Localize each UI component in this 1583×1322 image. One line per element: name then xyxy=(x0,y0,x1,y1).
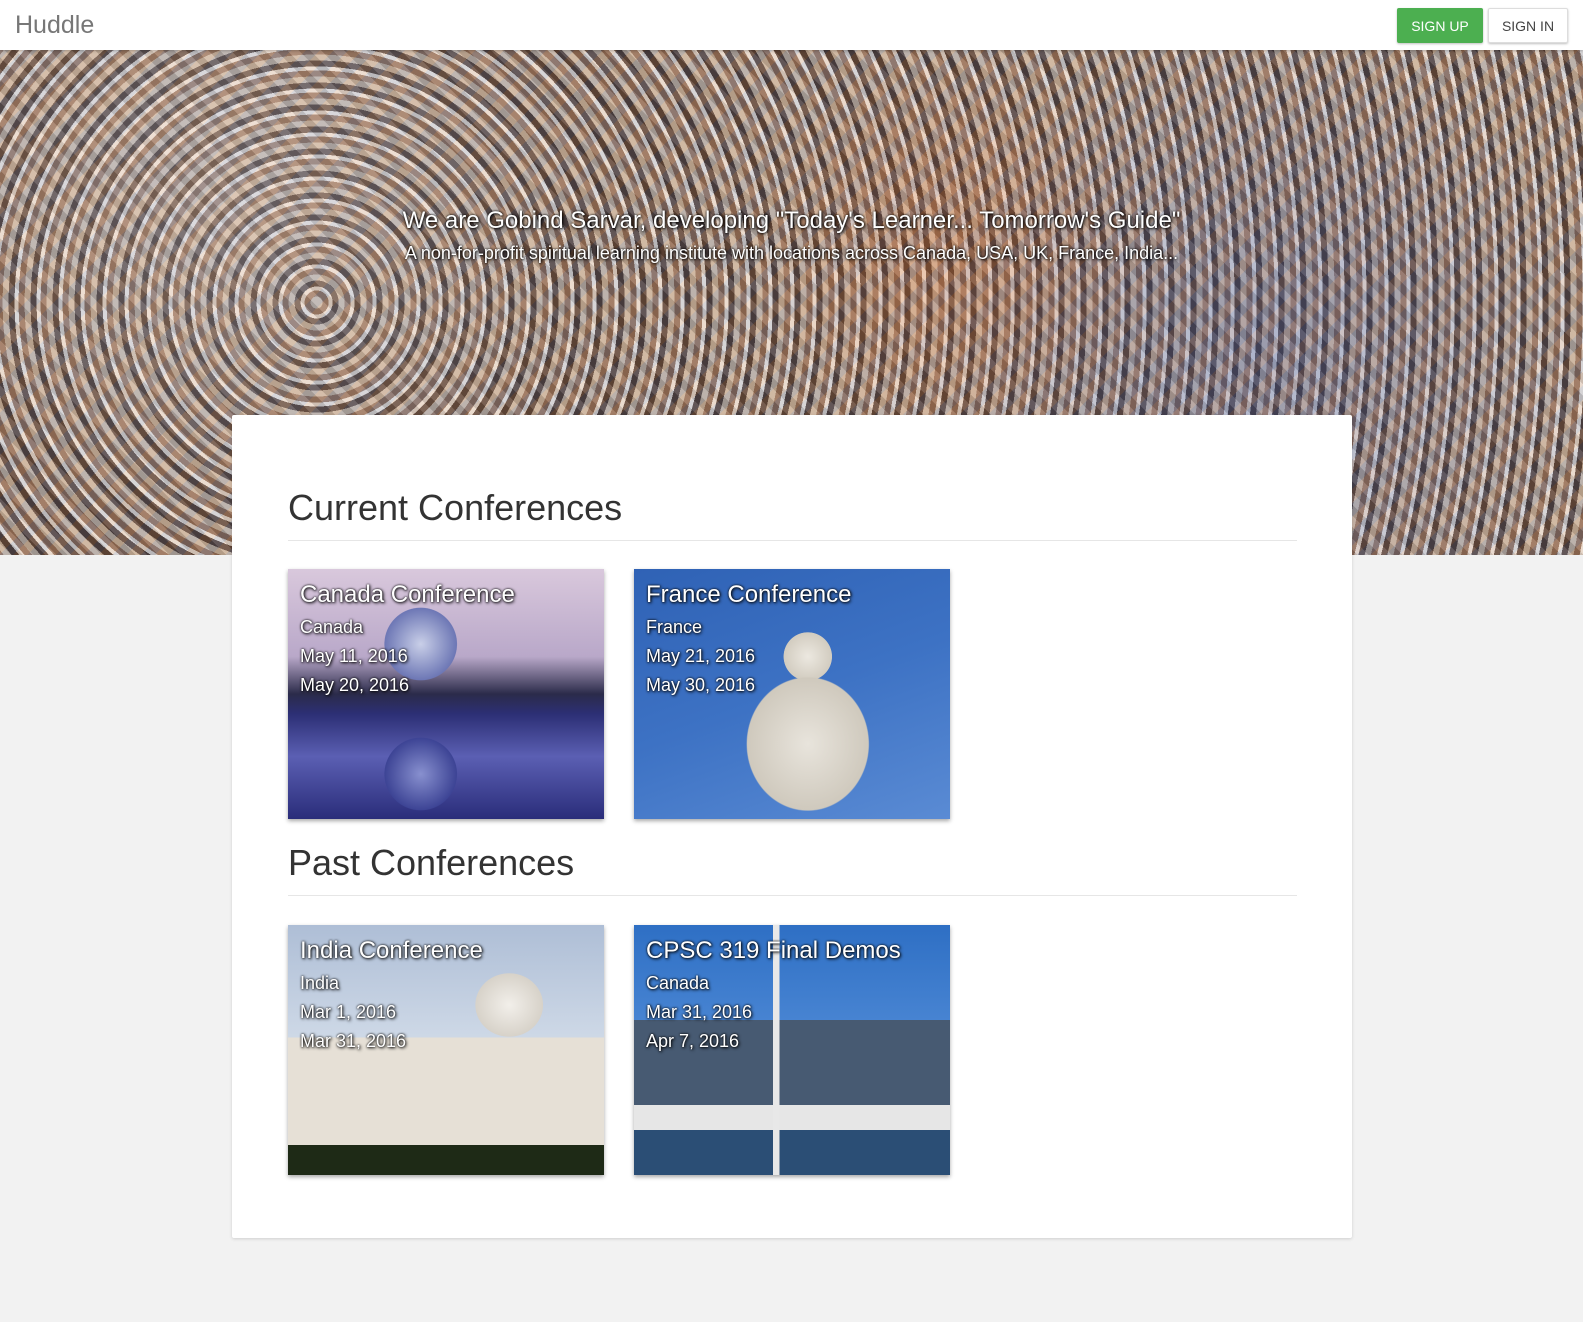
conference-end-date: Apr 7, 2016 xyxy=(646,1031,740,1051)
conference-end-date: May 30, 2016 xyxy=(646,675,756,695)
conference-name: CPSC 319 Final Demos xyxy=(646,937,901,964)
conference-end-date: May 20, 2016 xyxy=(300,675,410,695)
sign-in-button[interactable]: SIGN IN xyxy=(1488,8,1568,43)
past-conferences-heading: Past Conferences xyxy=(288,842,575,883)
conference-start-date: May 21, 2016 xyxy=(646,646,756,666)
conference-location: India xyxy=(300,973,340,993)
conference-start-date: Mar 31, 2016 xyxy=(646,1002,753,1022)
conference-name: France Conference xyxy=(646,581,852,608)
conference-card-india[interactable]: India Conference India Mar 1, 2016 Mar 3… xyxy=(288,925,604,1175)
conference-card-france[interactable]: France Conference France May 21, 2016 Ma… xyxy=(634,569,950,819)
top-navbar: Huddle SIGN UP SIGN IN xyxy=(0,0,1583,50)
hero-subtitle: A non-for-profit spiritual learning inst… xyxy=(404,243,1179,263)
section-divider xyxy=(288,895,1297,896)
current-conferences-heading: Current Conferences xyxy=(288,487,623,528)
sign-up-button[interactable]: SIGN UP xyxy=(1397,8,1483,43)
conference-card-canada[interactable]: Canada Conference Canada May 11, 2016 Ma… xyxy=(288,569,604,819)
conference-start-date: May 11, 2016 xyxy=(300,646,408,666)
conference-card-cpsc319[interactable]: CPSC 319 Final Demos Canada Mar 31, 2016… xyxy=(634,925,950,1175)
conference-location: Canada xyxy=(646,973,710,993)
conference-card-text: CPSC 319 Final Demos Canada Mar 31, 2016… xyxy=(646,937,901,1056)
conference-location: Canada xyxy=(300,617,364,637)
brand-logo[interactable]: Huddle xyxy=(15,11,94,40)
conference-card-text: Canada Conference Canada May 11, 2016 Ma… xyxy=(300,581,515,700)
conference-name: Canada Conference xyxy=(300,581,515,608)
conference-name: India Conference xyxy=(300,937,483,964)
conference-start-date: Mar 1, 2016 xyxy=(300,1002,397,1022)
conference-card-text: France Conference France May 21, 2016 Ma… xyxy=(646,581,851,700)
section-divider xyxy=(288,540,1297,541)
conference-location: France xyxy=(646,617,703,637)
conference-card-text: India Conference India Mar 1, 2016 Mar 3… xyxy=(300,937,483,1056)
conference-end-date: Mar 31, 2016 xyxy=(300,1031,407,1051)
hero-title: We are Gobind Sarvar, developing "Today'… xyxy=(402,207,1181,234)
conferences-panel: Current Conferences Canada Conference Ca… xyxy=(232,415,1352,1238)
